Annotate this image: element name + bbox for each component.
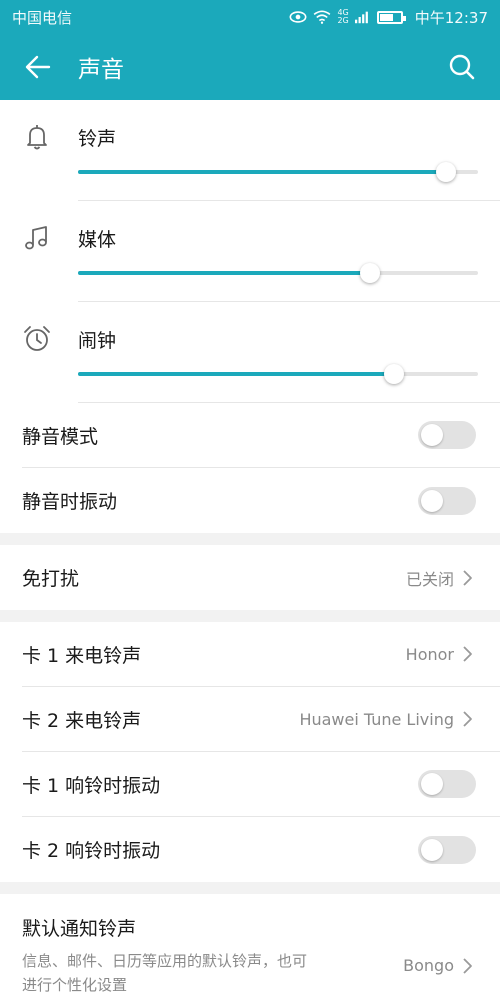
slider-thumb[interactable]	[436, 162, 456, 182]
row-label: 卡 2 来电铃声	[22, 709, 142, 732]
slider-fill	[78, 170, 446, 174]
sim1-vibrate-toggle[interactable]	[418, 770, 476, 798]
back-button[interactable]	[20, 49, 56, 85]
battery-icon	[376, 10, 406, 24]
arrow-left-icon	[25, 55, 51, 79]
alarm-clock-icon	[24, 326, 50, 351]
toggle-knob	[421, 773, 443, 795]
sim1-vibrate-row[interactable]: 卡 1 响铃时振动	[22, 752, 500, 817]
clock: 中午12:37	[414, 8, 488, 27]
search-icon	[449, 54, 475, 80]
slider-thumb[interactable]	[384, 364, 404, 384]
alarm-volume-slider[interactable]	[78, 364, 478, 384]
row-value: Bongo	[403, 956, 454, 975]
music-note-icon	[25, 226, 47, 250]
section-divider	[0, 610, 500, 622]
search-button[interactable]	[444, 49, 480, 85]
network-type: 4G 2G	[337, 9, 348, 25]
sim2-vibrate-row[interactable]: 卡 2 响铃时振动	[22, 817, 500, 882]
row-label: 卡 1 响铃时振动	[22, 774, 161, 797]
status-icons: 4G 2G 中午12:37	[289, 7, 488, 28]
row-value: Huawei Tune Living	[299, 709, 454, 729]
slider-fill	[78, 271, 370, 275]
volume-label: 铃声	[78, 128, 117, 150]
volume-label: 媒体	[78, 229, 117, 251]
chevron-right-icon	[463, 957, 472, 974]
silent-mode-row[interactable]: 静音模式	[22, 403, 500, 468]
toggle-knob	[421, 424, 443, 446]
default-notification-sound-row[interactable]: 默认通知铃声 信息、邮件、日历等应用的默认铃声，也可进行个性化设置 Bongo	[22, 894, 500, 1000]
chevron-right-icon	[463, 711, 472, 727]
app-header: 声音	[0, 34, 500, 100]
row-value-group: Bongo	[403, 956, 474, 975]
sim2-vibrate-toggle[interactable]	[418, 835, 476, 864]
row-value: Honor	[405, 644, 454, 664]
signal-icon	[354, 11, 368, 24]
sim2-ringtone-row[interactable]: 卡 2 来电铃声 Huawei Tune Living	[22, 687, 500, 752]
chevron-right-icon	[463, 569, 472, 586]
row-value: 已关闭	[405, 569, 454, 589]
top-bar: 中国电信 4G 2G 中午12:37 声音	[0, 0, 500, 100]
sim1-ringtone-row[interactable]: 卡 1 来电铃声 Honor	[22, 622, 500, 687]
wifi-icon	[314, 10, 331, 24]
vibrate-when-silent-toggle[interactable]	[418, 486, 476, 515]
volume-row-media: 媒体	[25, 201, 500, 302]
row-label: 静音模式	[22, 425, 99, 448]
slider-fill	[78, 372, 394, 376]
chevron-right-icon	[463, 646, 472, 662]
vibrate-when-silent-row[interactable]: 静音时振动	[22, 468, 500, 533]
section-divider	[0, 533, 500, 545]
toggle-knob	[421, 838, 443, 861]
slider-thumb[interactable]	[360, 263, 380, 283]
row-label: 免打扰	[22, 568, 80, 590]
eye-icon	[290, 11, 307, 23]
page-title: 声音	[78, 57, 124, 83]
bell-icon	[27, 125, 47, 150]
volume-label: 闹钟	[78, 330, 117, 352]
volume-row-ringtone: 铃声	[27, 100, 500, 201]
carrier-name: 中国电信	[12, 8, 73, 27]
row-label: 卡 1 来电铃声	[22, 644, 142, 667]
row-label: 卡 2 响铃时振动	[22, 840, 161, 862]
silent-mode-toggle[interactable]	[418, 421, 476, 449]
row-label: 默认通知铃声	[22, 918, 137, 940]
section-divider	[0, 882, 500, 894]
row-label: 静音时振动	[22, 491, 118, 513]
do-not-disturb-row[interactable]: 免打扰 已关闭	[22, 545, 500, 610]
toggle-knob	[421, 489, 443, 512]
volume-row-alarm: 闹钟	[24, 302, 500, 403]
row-description: 信息、邮件、日历等应用的默认铃声，也可进行个性化设置	[22, 952, 308, 994]
network-type-bottom: 2G	[337, 16, 349, 25]
ringtone-volume-slider[interactable]	[78, 162, 478, 182]
status-bar: 中国电信 4G 2G 中午12:37	[0, 0, 500, 34]
media-volume-slider[interactable]	[78, 263, 478, 283]
